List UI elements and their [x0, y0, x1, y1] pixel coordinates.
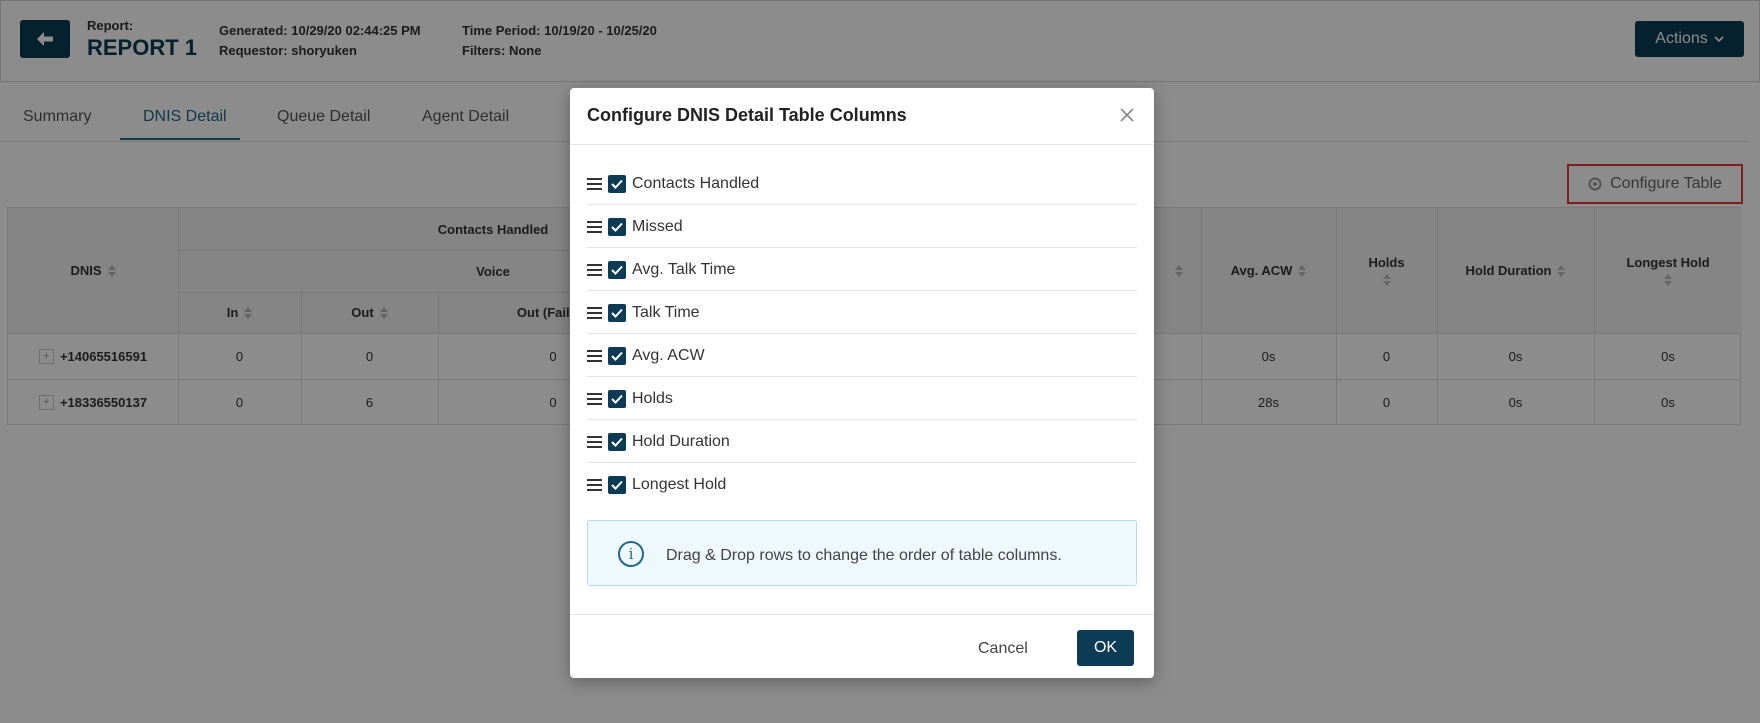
checkmark-icon [611, 222, 623, 232]
column-row-talk-time[interactable]: Talk Time [587, 292, 1137, 334]
column-label: Avg. Talk Time [632, 260, 736, 278]
modal-divider [570, 614, 1154, 615]
column-row-avg-acw[interactable]: Avg. ACW [587, 335, 1137, 377]
drag-handle-icon[interactable] [587, 435, 602, 448]
column-checkbox[interactable] [608, 432, 626, 451]
drag-handle-icon[interactable] [587, 392, 602, 405]
column-row-missed[interactable]: Missed [587, 206, 1137, 248]
drag-handle-icon[interactable] [587, 177, 602, 190]
column-label: Missed [632, 217, 683, 235]
configure-columns-modal: Configure DNIS Detail Table Columns Cont… [570, 88, 1154, 678]
ok-button[interactable]: OK [1077, 630, 1134, 666]
column-row-longest-hold[interactable]: Longest Hold [587, 464, 1137, 506]
modal-divider [570, 144, 1154, 145]
column-checkbox[interactable] [608, 217, 626, 236]
column-row-avg-talk-time[interactable]: Avg. Talk Time [587, 249, 1137, 291]
drag-handle-icon[interactable] [587, 479, 602, 491]
checkmark-icon [611, 437, 623, 447]
column-checkbox[interactable] [608, 476, 626, 494]
cancel-button[interactable]: Cancel [978, 640, 1028, 658]
column-label: Avg. ACW [632, 346, 705, 364]
checkmark-icon [611, 265, 623, 275]
drag-handle-icon[interactable] [587, 306, 602, 319]
column-checkbox[interactable] [608, 346, 626, 365]
column-checkbox[interactable] [608, 303, 626, 322]
drag-handle-icon[interactable] [587, 263, 602, 276]
checkmark-icon [611, 179, 623, 189]
info-text: Drag & Drop rows to change the order of … [666, 547, 1062, 564]
column-label: Hold Duration [632, 432, 730, 450]
column-checkbox[interactable] [608, 260, 626, 279]
column-checkbox[interactable] [608, 389, 626, 408]
column-label: Longest Hold [632, 476, 727, 493]
info-icon: i [618, 541, 644, 567]
checkmark-icon [611, 394, 623, 404]
column-checkbox[interactable] [608, 174, 626, 193]
checkmark-icon [611, 308, 623, 318]
info-box: i Drag & Drop rows to change the order o… [587, 520, 1137, 586]
column-label: Contacts Handled [632, 174, 760, 192]
checkmark-icon [611, 351, 623, 361]
column-label: Holds [632, 389, 673, 407]
drag-handle-icon[interactable] [587, 349, 602, 362]
column-label: Talk Time [632, 303, 700, 321]
modal-title: Configure DNIS Detail Table Columns [587, 105, 907, 125]
column-row-contacts-handled[interactable]: Contacts Handled [587, 163, 1137, 205]
close-icon[interactable] [1119, 102, 1135, 128]
checkmark-icon [611, 480, 623, 490]
drag-handle-icon[interactable] [587, 220, 602, 233]
column-row-holds[interactable]: Holds [587, 378, 1137, 420]
column-row-hold-duration[interactable]: Hold Duration [587, 421, 1137, 463]
